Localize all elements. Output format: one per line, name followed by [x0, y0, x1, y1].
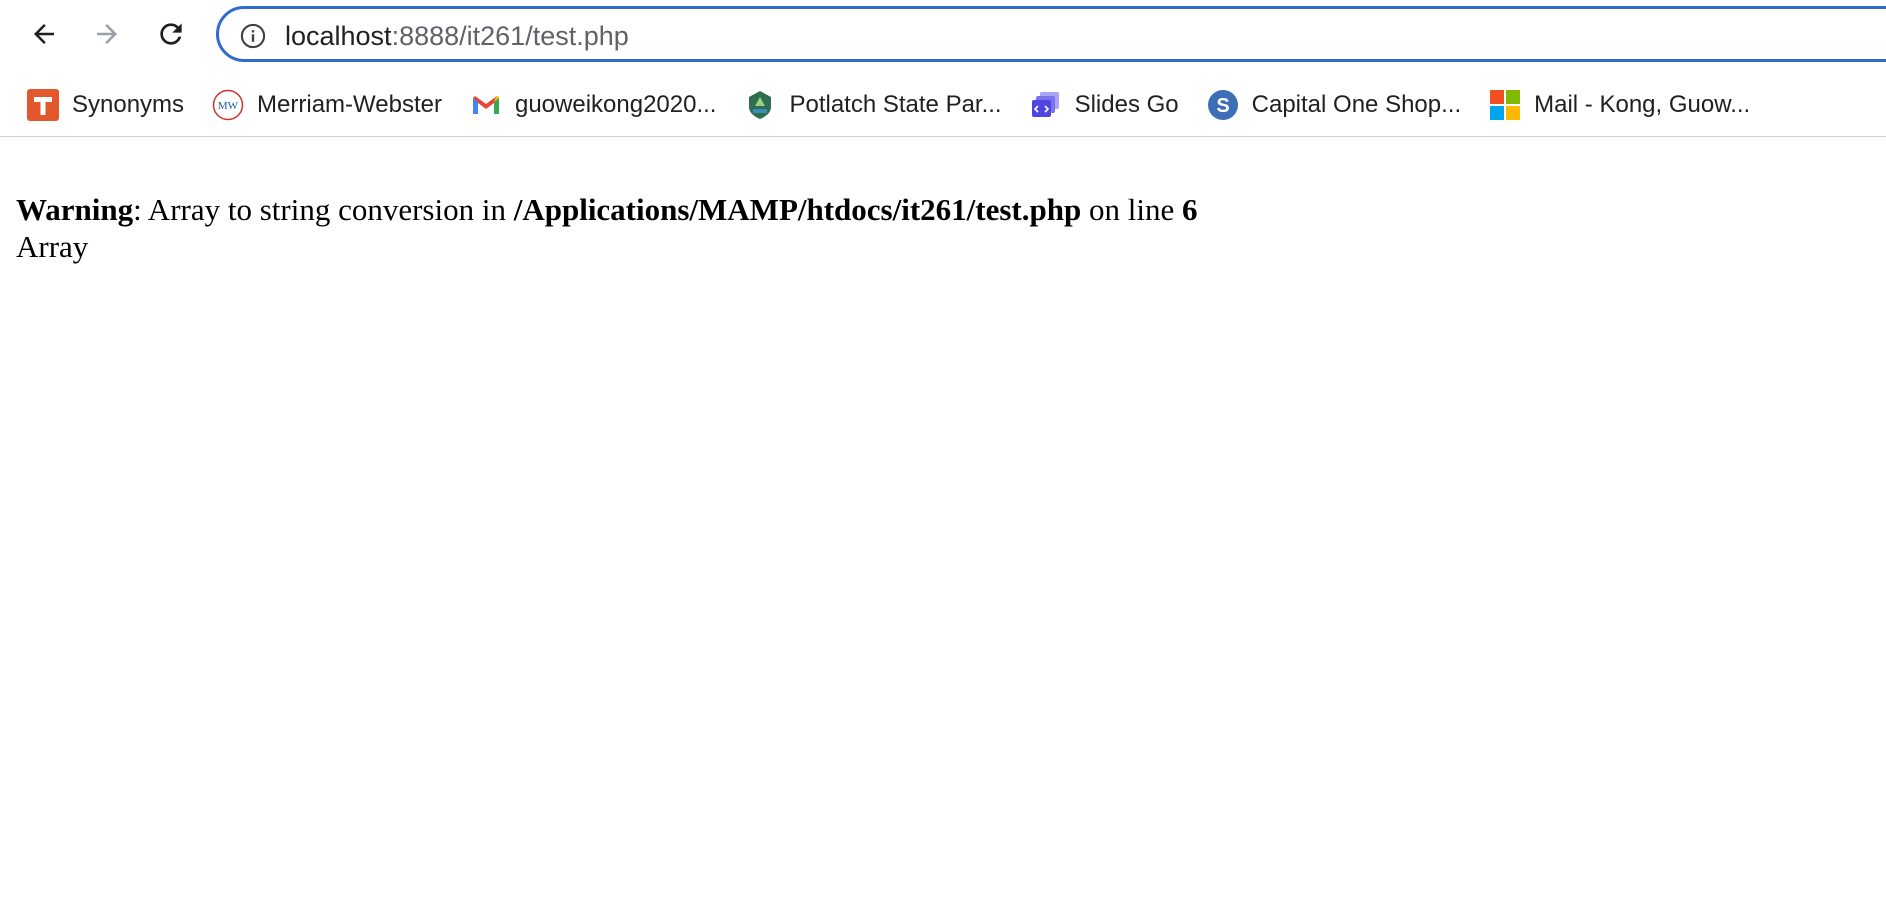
bookmark-label: Mail - Kong, Guow...: [1534, 91, 1751, 118]
slides-go-icon: [1030, 89, 1062, 121]
forward-arrow-icon: [97, 24, 117, 44]
bookmark-capital-one[interactable]: S Capital One Shop...: [1207, 85, 1461, 125]
merriam-webster-icon: MW: [212, 89, 244, 121]
site-info-icon[interactable]: [239, 22, 267, 50]
address-bar[interactable]: localhost:8888/it261/test.php: [216, 6, 1886, 62]
url-host: localhost: [285, 21, 392, 51]
back-button[interactable]: [24, 14, 64, 54]
thesaurus-icon: [27, 89, 59, 121]
on-line-text: on line: [1081, 192, 1182, 227]
bookmark-label: guoweikong2020...: [514, 91, 717, 118]
back-arrow-icon: [34, 24, 54, 44]
bookmark-outlook-mail[interactable]: Mail - Kong, Guow...: [1489, 85, 1750, 125]
capital-one-shopping-icon: S: [1207, 89, 1239, 121]
url-path: :8888/it261/test.php: [391, 21, 629, 51]
bookmarks-bar: Synonyms MW Merriam-Webster guoweikong20…: [0, 83, 1886, 127]
bookmark-potlatch[interactable]: Potlatch State Par...: [744, 85, 1002, 125]
file-path: /Applications/MAMP/htdocs/it261/test.php: [513, 192, 1082, 227]
warning-label: Warning: [16, 192, 134, 227]
php-output: Array: [16, 229, 89, 264]
bookmark-label: Potlatch State Par...: [789, 91, 1002, 118]
bookmark-label: Synonyms: [72, 91, 185, 118]
svg-text:MW: MW: [218, 100, 239, 112]
php-warning: Warning: Array to string conversion in /…: [16, 191, 1197, 228]
page-content: Warning: Array to string conversion in /…: [16, 191, 1197, 265]
forward-button[interactable]: [87, 14, 127, 54]
microsoft-icon: [1489, 89, 1521, 121]
line-number: 6: [1181, 192, 1198, 227]
reload-icon: [160, 23, 182, 45]
bookmark-slides-go[interactable]: Slides Go: [1030, 85, 1179, 125]
browser-chrome: localhost:8888/it261/test.php Synonyms M…: [0, 0, 1886, 137]
warning-message: : Array to string conversion in: [133, 192, 514, 227]
svg-text:S: S: [1216, 95, 1229, 117]
bookmark-gmail[interactable]: guoweikong2020...: [470, 85, 717, 125]
bookmark-label: Merriam-Webster: [257, 91, 442, 118]
bookmark-synonyms[interactable]: Synonyms: [27, 85, 184, 125]
park-icon: [744, 89, 776, 121]
reload-button[interactable]: [151, 14, 191, 54]
bookmark-label: Slides Go: [1074, 91, 1179, 118]
url-text[interactable]: localhost:8888/it261/test.php: [285, 21, 629, 51]
gmail-icon: [470, 89, 502, 121]
bookmark-label: Capital One Shop...: [1251, 91, 1462, 118]
bookmark-merriam-webster[interactable]: MW Merriam-Webster: [212, 85, 442, 125]
